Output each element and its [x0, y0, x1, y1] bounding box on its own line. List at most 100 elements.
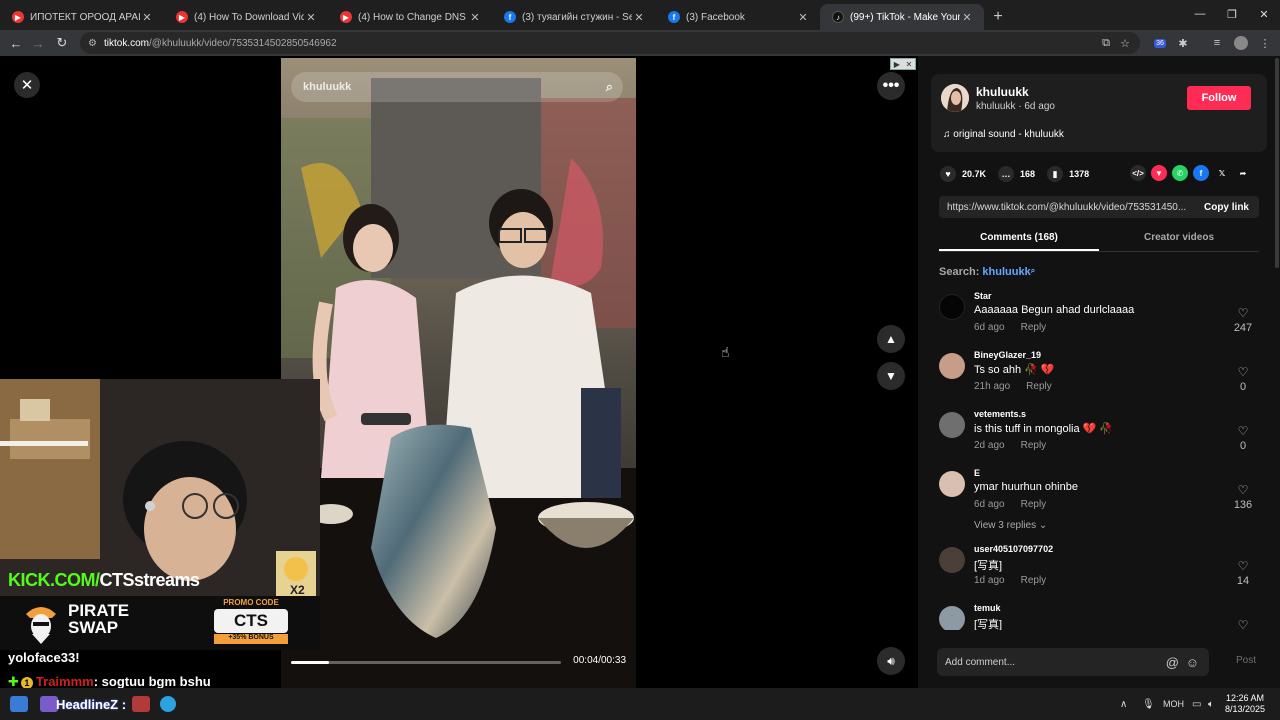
avatar[interactable] [939, 606, 965, 630]
tray-chevron-icon[interactable]: ∧ [1120, 688, 1127, 720]
avatar[interactable] [939, 353, 965, 379]
comment-user[interactable]: vetements.s [974, 409, 1026, 419]
follow-button[interactable]: Follow [1187, 86, 1251, 110]
save-stat[interactable]: ▮ 1378 [1047, 166, 1089, 182]
more-options-icon[interactable]: ••• [877, 72, 905, 100]
tab-close-icon[interactable]: ✕ [796, 11, 810, 24]
close-window-icon[interactable]: ✕ [1248, 0, 1280, 28]
reply-button[interactable]: Reply [1021, 575, 1047, 586]
comment-user[interactable]: temuk [974, 603, 1001, 613]
mouse-cursor-icon: ☝ [721, 344, 730, 360]
browser-tab[interactable]: f (3) Facebook ✕ [656, 4, 820, 30]
minimize-icon[interactable]: — [1184, 0, 1216, 28]
mention-icon[interactable]: @ [1166, 655, 1179, 670]
share-arrow-icon[interactable]: ➦ [1235, 165, 1251, 181]
avatar[interactable] [941, 84, 969, 112]
browser-tab[interactable]: ▶ (4) How to Change DNS Server ✕ [328, 4, 492, 30]
profile-icon[interactable] [1232, 30, 1250, 56]
reply-button[interactable]: Reply [1021, 440, 1047, 451]
microphone-icon[interactable]: 🎙︎ [1142, 688, 1155, 720]
copy-link-button[interactable]: Copy link [1204, 202, 1249, 213]
comment-user[interactable]: BineyGlazer_19 [974, 350, 1041, 360]
back-icon[interactable]: ← [4, 36, 28, 51]
avatar[interactable] [939, 412, 965, 438]
browser-tab-active[interactable]: ♪ (99+) TikTok - Make Your Da ✕ [820, 4, 984, 30]
browser-tab[interactable]: ▶ (4) How To Download Videos fr ✕ [164, 4, 328, 30]
comment-user[interactable]: Star [974, 291, 992, 301]
chevron-up-icon[interactable]: ▲ [877, 325, 905, 353]
tab-close-icon[interactable]: ✕ [960, 11, 974, 24]
scrollbar[interactable] [1275, 58, 1279, 268]
author-name[interactable]: khuluukk [976, 85, 1029, 99]
language-indicator[interactable]: MOH [1163, 688, 1184, 720]
new-tab-button[interactable]: + [984, 4, 1012, 30]
comment-stat[interactable]: … 168 [998, 166, 1035, 182]
forward-icon[interactable]: → [26, 36, 50, 51]
system-clock[interactable]: 12:26 AM 8/13/2025 [1224, 693, 1266, 715]
taskbar-app-icon[interactable] [132, 696, 150, 712]
volume-icon[interactable]: 🔊︎ [877, 647, 905, 675]
embed-icon[interactable]: </> [1130, 165, 1146, 181]
avatar[interactable] [939, 471, 965, 497]
like-stat[interactable]: ♥ 20.7K [940, 166, 986, 182]
tab-comments[interactable]: Comments (168) [939, 228, 1099, 251]
extension-icon[interactable]: 36 [1150, 30, 1170, 56]
display-icon[interactable]: ▭ [1192, 688, 1201, 720]
avatar[interactable] [939, 547, 965, 573]
video-search-bar[interactable]: khuluukk ⌕ [291, 72, 623, 102]
tab-title: ИПОТЕКТ ОРООД АРАЙ ГЭЖ [30, 11, 140, 23]
chevron-down-icon: ⌄ [1038, 520, 1048, 531]
comment-user[interactable]: user405107097702 [974, 544, 1053, 554]
video-progress-bar[interactable] [291, 661, 561, 664]
tab-close-icon[interactable]: ✕ [304, 11, 318, 24]
emoji-icon[interactable]: ☺ [1186, 655, 1199, 670]
sound-row[interactable]: ♫ original sound - khuluukk [943, 129, 1064, 140]
tab-close-icon[interactable]: ✕ [140, 11, 154, 24]
tab-close-icon[interactable]: ✕ [632, 11, 646, 24]
tab-creator-videos[interactable]: Creator videos [1099, 228, 1259, 251]
close-icon[interactable]: ✕ [14, 72, 40, 98]
send-to-friends-icon[interactable]: ▼ [1151, 165, 1167, 181]
add-comment-input[interactable]: Add comment... @ ☺ [937, 648, 1209, 676]
post-button[interactable]: Post [1236, 655, 1256, 666]
install-app-icon[interactable]: ⧉ [1102, 37, 1110, 50]
heart-icon[interactable]: ♡ [1231, 365, 1255, 379]
whatsapp-icon[interactable]: ✆ [1172, 165, 1188, 181]
comment-user[interactable]: E [974, 468, 980, 478]
heart-icon[interactable]: ♡ [1231, 483, 1255, 497]
taskbar-app-icon[interactable] [10, 696, 28, 712]
browser-tab-bar: ▶ ИПОТЕКТ ОРООД АРАЙ ГЭЖ ✕ ▶ (4) How To … [0, 0, 1280, 30]
reload-icon[interactable]: ↻ [50, 35, 74, 51]
restore-icon[interactable]: ❐ [1216, 0, 1248, 28]
heart-icon[interactable]: ♡ [1231, 424, 1255, 438]
chat-message: yoloface33! [8, 650, 80, 665]
menu-dots-icon[interactable]: ⋮ [1256, 30, 1274, 56]
tab-close-icon[interactable]: ✕ [468, 11, 482, 24]
facebook-share-icon[interactable]: f [1193, 165, 1209, 181]
heart-icon[interactable]: ♡ [1231, 618, 1255, 630]
ad-choices-icon[interactable]: ▶ ✕ [890, 58, 916, 70]
heart-icon[interactable]: ♡ [1231, 306, 1255, 320]
address-bar[interactable]: ⚙ tiktok.com/@khuluukk/video/75353145028… [80, 32, 1140, 54]
comment-item: vetements.s is this tuff in mongolia 💔 🥀… [939, 408, 1269, 464]
video-player[interactable]: khuluukk ⌕ 00:04/00:33 [281, 58, 636, 688]
heart-icon[interactable]: ♡ [1231, 559, 1255, 573]
reply-button[interactable]: Reply [1021, 499, 1047, 510]
browser-tab[interactable]: ▶ ИПОТЕКТ ОРООД АРАЙ ГЭЖ ✕ [0, 4, 164, 30]
view-replies-button[interactable]: View 3 replies ⌄ [974, 520, 1047, 531]
puzzle-icon[interactable]: ✱ [1174, 30, 1192, 56]
site-info-icon[interactable]: ⚙ [88, 38, 97, 49]
bookmark-star-icon[interactable]: ☆ [1120, 37, 1130, 50]
search-icon[interactable]: ⌕ [606, 79, 613, 95]
comment-search-query[interactable]: khuluukk [982, 266, 1030, 278]
media-icon[interactable]: ≡ [1208, 30, 1226, 56]
chevron-down-icon[interactable]: ▼ [877, 362, 905, 390]
share-link-text[interactable]: https://www.tiktok.com/@khuluukk/video/7… [947, 202, 1187, 213]
reply-button[interactable]: Reply [1021, 322, 1047, 333]
avatar[interactable] [939, 294, 965, 320]
speaker-icon[interactable]: 🔈︎ [1208, 688, 1214, 720]
reply-button[interactable]: Reply [1026, 381, 1052, 392]
browser-tab[interactable]: f (3) туяагийн стужин - Sear ✕ [492, 4, 656, 30]
telegram-icon[interactable] [160, 696, 176, 712]
x-share-icon[interactable]: 𝕏 [1214, 165, 1230, 181]
